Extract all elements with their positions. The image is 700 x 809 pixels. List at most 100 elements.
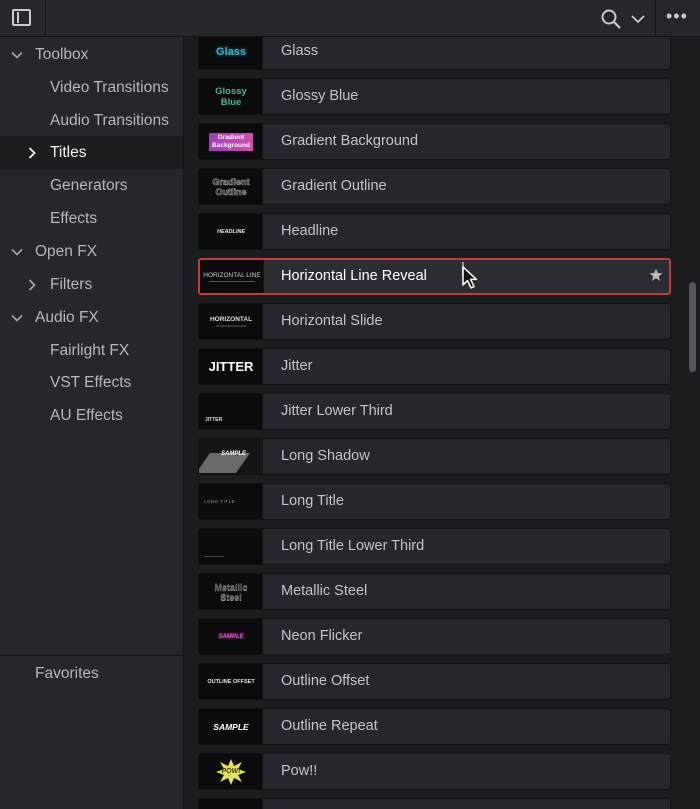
thumbnail-text: JITTER: [208, 359, 254, 374]
thumbnail-text: OUTLINE OFFSET: [207, 678, 255, 685]
title-thumbnail: SAMPLE: [199, 439, 263, 474]
title-thumbnail: [199, 799, 263, 809]
title-name: Long Shadow: [281, 448, 370, 464]
sidebar-item-video-transitions[interactable]: Video Transitions: [0, 71, 183, 104]
list-item-metallic-steel[interactable]: Metallic Steel Metallic Steel: [198, 573, 671, 610]
sidebar-item-au-effects[interactable]: AU Effects: [0, 399, 183, 432]
chevron-right-icon: [28, 147, 36, 159]
title-thumbnail: Metallic Steel: [199, 574, 263, 609]
sidebar-item-titles[interactable]: Titles: [0, 136, 183, 169]
thumbnail-text: Gradient Background: [209, 132, 253, 151]
title-thumbnail: HORIZONTAL LINE: [200, 260, 264, 293]
toolbar-divider: [45, 0, 46, 37]
sidebar-item-label: Open FX: [35, 243, 98, 260]
list-item-outline-offset[interactable]: OUTLINE OFFSET Outline Offset: [198, 663, 671, 700]
title-name: Outline Repeat: [281, 718, 378, 734]
sidebar-item-open-fx[interactable]: Open FX: [0, 235, 183, 268]
thumbnail-text: HEADLINE: [216, 228, 246, 235]
list-item-jitter[interactable]: JITTER Jitter: [198, 348, 671, 385]
title-thumbnail: Glass: [199, 37, 263, 69]
title-name: Metallic Steel: [281, 583, 368, 599]
title-name: Glossy Blue: [281, 88, 359, 104]
title-name: Neon Flicker: [281, 628, 363, 644]
search-icon[interactable]: [600, 8, 622, 30]
thumbnail-text: Metallic Steel: [214, 581, 248, 602]
list-item-neon-flicker[interactable]: SAMPLE Neon Flicker: [198, 618, 671, 655]
more-options-icon[interactable]: •••: [666, 7, 688, 27]
list-item-partial[interactable]: [198, 798, 671, 809]
thumbnail-text: JITTER: [205, 417, 223, 423]
sidebar-item-toolbox[interactable]: Toolbox: [0, 38, 183, 71]
sidebar-item-label: Audio FX: [35, 309, 99, 326]
list-item-outline-repeat[interactable]: SAMPLE Outline Repeat: [198, 708, 671, 745]
list-item-glossy-blue[interactable]: Glossy Blue Glossy Blue: [198, 78, 671, 115]
list-item-gradient-outline[interactable]: Gradient Outline Gradient Outline: [198, 168, 671, 205]
chevron-right-icon: [28, 279, 36, 291]
sidebar-item-favorites[interactable]: Favorites: [0, 657, 183, 690]
sidebar-item-label: Fairlight FX: [50, 342, 130, 359]
sidebar-divider: [0, 655, 183, 656]
scrollbar-thumb[interactable]: [689, 282, 696, 372]
sidebar-item-audio-fx[interactable]: Audio FX: [0, 301, 183, 334]
sidebar-item-label: AU Effects: [50, 407, 123, 424]
list-item-long-shadow[interactable]: SAMPLE Long Shadow: [198, 438, 671, 475]
title-thumbnail: OUTLINE OFFSET: [199, 664, 263, 699]
list-item-horizontal-slide[interactable]: HORIZONTAL Horizontal Slide: [198, 303, 671, 340]
thumbnail-text: POW!: [221, 768, 241, 775]
sidebar-item-effects[interactable]: Effects: [0, 202, 183, 235]
title-name: Long Title Lower Third: [281, 538, 425, 554]
list-item-jitter-lower-third[interactable]: JITTER Jitter Lower Third: [198, 393, 671, 430]
list-item-glass[interactable]: Glass Glass: [198, 37, 671, 70]
titles-list: Glass Glass Glossy Blue Glossy Blue Grad…: [185, 37, 685, 809]
thumbnail-text: Glass: [216, 45, 246, 58]
list-item-pow[interactable]: POW! Pow!!: [198, 753, 671, 790]
title-name: Glass: [281, 43, 319, 59]
thumbnail-text: HORIZONTAL LINE: [203, 271, 261, 279]
thumbnail-line: [209, 280, 255, 282]
toolbar: •••: [0, 0, 700, 37]
list-item-headline[interactable]: HEADLINE Headline: [198, 213, 671, 250]
title-name: Outline Offset: [281, 673, 370, 689]
list-item-long-title[interactable]: LONG TITLE Long Title: [198, 483, 671, 520]
title-thumbnail: Glossy Blue: [199, 79, 263, 114]
sidebar-item-label: Video Transitions: [50, 79, 169, 96]
thumbnail-text: Gradient Outline: [212, 176, 250, 197]
chevron-down-icon: [11, 51, 23, 59]
title-name: Gradient Outline: [281, 178, 387, 194]
sidebar-item-generators[interactable]: Generators: [0, 169, 183, 202]
chevron-down-icon: [11, 314, 23, 322]
list-item-horizontal-line-reveal[interactable]: HORIZONTAL LINE Horizontal Line Reveal: [198, 258, 671, 295]
sidebar-item-filters[interactable]: Filters: [0, 268, 183, 301]
title-name: Headline: [281, 223, 339, 239]
thumbnail-text: LONG TITLE: [204, 499, 236, 504]
thumbnail-text: SAMPLE: [221, 450, 247, 457]
sidebar-item-audio-transitions[interactable]: Audio Transitions: [0, 104, 183, 137]
sidebar-item-label: Audio Transitions: [50, 112, 169, 129]
list-item-gradient-background[interactable]: Gradient Background Gradient Background: [198, 123, 671, 160]
sidebar-item-vst-effects[interactable]: VST Effects: [0, 366, 183, 399]
sidebar-item-label: VST Effects: [50, 374, 132, 391]
thumbnail-text: HORIZONTAL: [209, 316, 253, 323]
title-thumbnail: SAMPLE: [199, 709, 263, 744]
title-thumbnail: SAMPLE: [199, 619, 263, 654]
sidebar: Toolbox Video Transitions Audio Transiti…: [0, 37, 184, 809]
thumbnail-text: SAMPLE: [218, 633, 244, 640]
title-name: Pow!!: [281, 763, 318, 779]
chevron-down-icon[interactable]: [630, 12, 646, 26]
scrollbar[interactable]: [686, 37, 700, 809]
sidebar-item-label: Filters: [50, 276, 93, 293]
title-thumbnail: HEADLINE: [199, 214, 263, 249]
title-thumbnail: [199, 529, 263, 564]
title-thumbnail: JITTER: [199, 394, 263, 429]
thumbnail-line: [216, 325, 246, 327]
sidebar-item-label: Effects: [50, 210, 98, 227]
sidebar-item-label: Favorites: [35, 665, 99, 682]
title-thumbnail: LONG TITLE: [199, 484, 263, 519]
favorite-star-icon[interactable]: [649, 268, 663, 282]
sidebar-item-fairlight-fx[interactable]: Fairlight FX: [0, 334, 183, 367]
title-name: Jitter: [281, 358, 313, 374]
title-name: Gradient Background: [281, 133, 419, 149]
panel-toggle-icon[interactable]: [12, 9, 31, 26]
list-item-long-title-lower-third[interactable]: Long Title Lower Third: [198, 528, 671, 565]
chevron-down-icon: [11, 248, 23, 256]
